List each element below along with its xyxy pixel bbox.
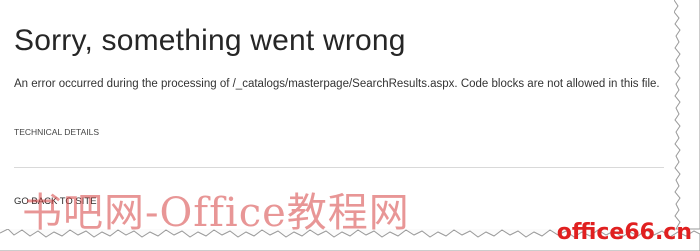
torn-edge-right (674, 0, 700, 251)
torn-edge-bottom (0, 229, 700, 251)
screenshot-frame: Sorry, something went wrong An error occ… (0, 0, 700, 251)
go-back-to-site-link[interactable]: GO BACK TO SITE (14, 196, 97, 207)
error-message: An error occurred during the processing … (14, 78, 660, 90)
technical-details-link[interactable]: TECHNICAL DETAILS (14, 127, 99, 137)
error-page: Sorry, something went wrong An error occ… (0, 0, 674, 229)
divider (14, 167, 664, 168)
error-title: Sorry, something went wrong (14, 24, 406, 57)
